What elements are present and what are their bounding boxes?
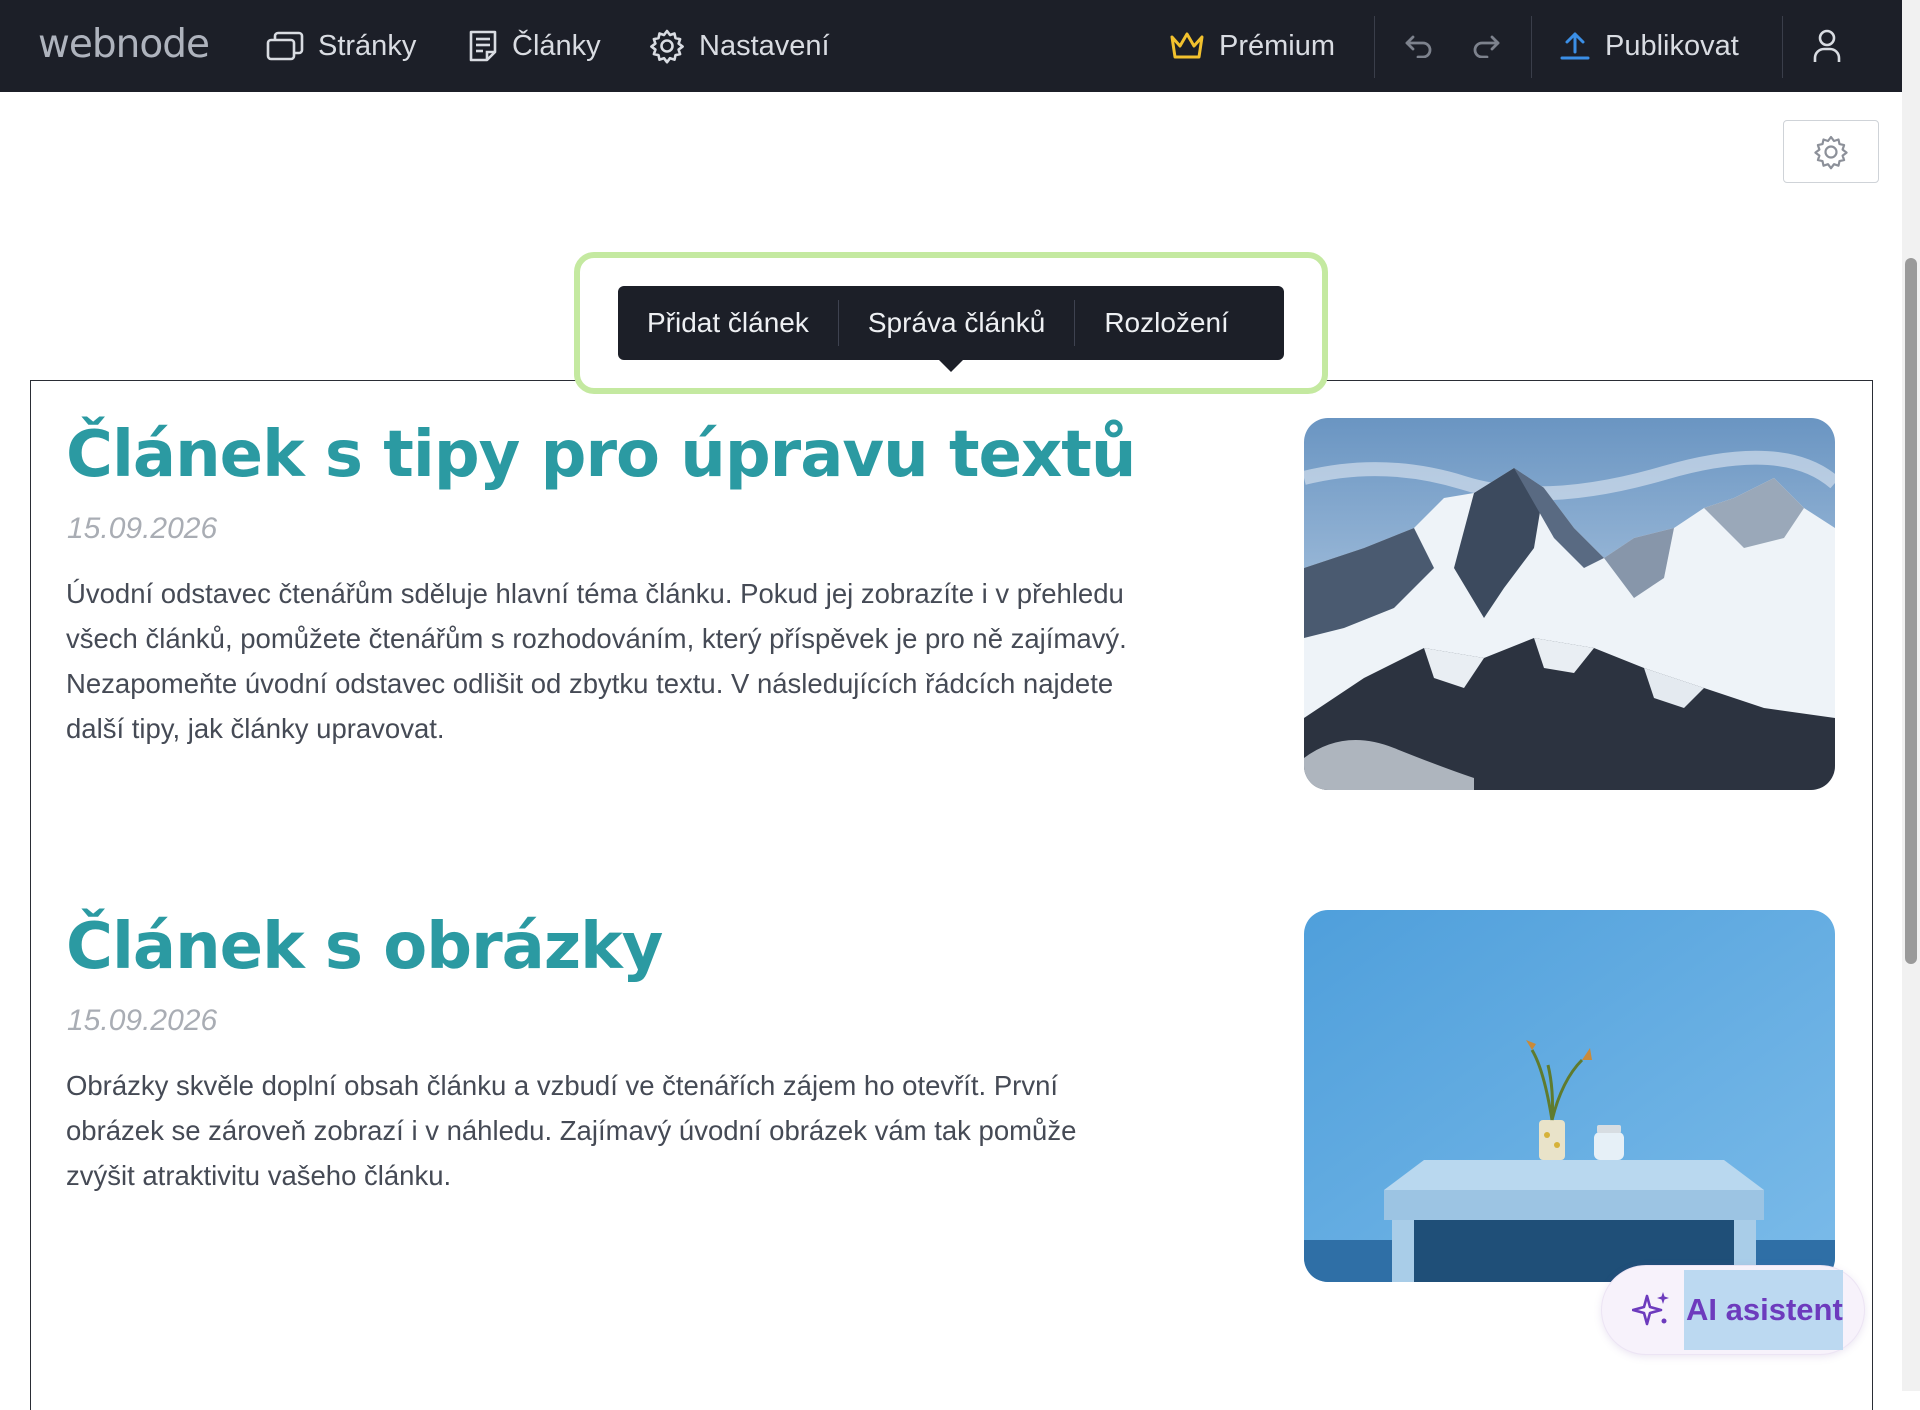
toolbar-divider [1374,16,1375,78]
ai-assistant-label: AI asistent [1684,1270,1843,1350]
pages-icon [266,31,304,61]
scrollbar-thumb[interactable] [1905,258,1917,964]
article-image-mountain[interactable] [1304,418,1835,790]
nav-settings-label: Nastavení [699,29,830,62]
mountain-photo [1304,418,1835,790]
publish-label: Publikovat [1605,29,1739,62]
nav-articles[interactable]: Články [468,0,601,92]
perex-line: Obrázky skvěle doplní obsah článku a vzb… [66,1070,1059,1101]
blue-wall-table-photo [1304,910,1835,1282]
ai-assistant-button[interactable]: AI asistent [1601,1265,1865,1355]
toolbar-divider [1782,16,1783,78]
gear-icon [650,29,684,64]
articles-icon [469,30,497,62]
perex-line: Nezapomeňte úvodní odstavec odlišit od z… [66,668,1114,699]
redo-icon [1473,35,1500,58]
article-date: 15.09.2026 [67,1004,218,1037]
toolbar-pointer [937,358,965,372]
perex-line: Úvodní odstavec čtenářům sděluje hlavní … [66,578,1124,609]
upload-icon [1560,32,1590,60]
article-title[interactable]: Článek s tipy pro úpravu textů [66,418,1136,492]
undo-button[interactable] [1394,0,1444,92]
undo-icon [1405,35,1432,58]
article-perex[interactable]: Úvodní odstavec čtenářům sděluje hlavní … [66,571,1256,751]
toolbar-divider [1531,16,1532,78]
blog-block-toolbar: Přidat článek Správa článků Rozložení [618,286,1284,360]
add-article-button[interactable]: Přidat článek [618,286,838,360]
crown-icon [1170,32,1204,59]
article-date: 15.09.2026 [67,512,218,545]
section-settings-button[interactable] [1783,120,1879,183]
nav-pages-label: Stránky [318,29,417,62]
page-scrollbar[interactable] [1902,0,1920,1391]
nav-pages[interactable]: Stránky [266,0,416,92]
nav-settings[interactable]: Nastavení [649,0,830,92]
manage-articles-button[interactable]: Správa článků [839,286,1074,360]
account-button[interactable] [1802,0,1852,92]
article-title[interactable]: Článek s obrázky [66,910,663,984]
perex-line: obrázek se zároveň zobrazí i v náhledu. … [66,1115,1077,1146]
gear-icon [1814,135,1848,169]
top-navigation-bar: webnode Stránky Články Nastavení Prémium… [0,0,1902,92]
publish-button[interactable]: Publikovat [1559,0,1739,92]
article-perex[interactable]: Obrázky skvěle doplní obsah článku a vzb… [66,1063,1256,1198]
sparkle-icon [1632,1292,1669,1326]
perex-line: další tipy, jak články upravovat. [66,713,445,744]
premium-button[interactable]: Prémium [1169,0,1335,92]
webnode-logo[interactable]: webnode [38,22,210,67]
nav-articles-label: Články [512,29,601,62]
user-icon [1813,29,1841,62]
perex-line: všech článků, pomůžete čtenářům s rozhod… [66,623,1127,654]
premium-label: Prémium [1219,29,1336,62]
article-image-table[interactable] [1304,910,1835,1282]
perex-line: zvýšit atraktivitu vašeho článku. [66,1160,452,1191]
redo-button[interactable] [1461,0,1511,92]
layout-button[interactable]: Rozložení [1075,286,1258,360]
